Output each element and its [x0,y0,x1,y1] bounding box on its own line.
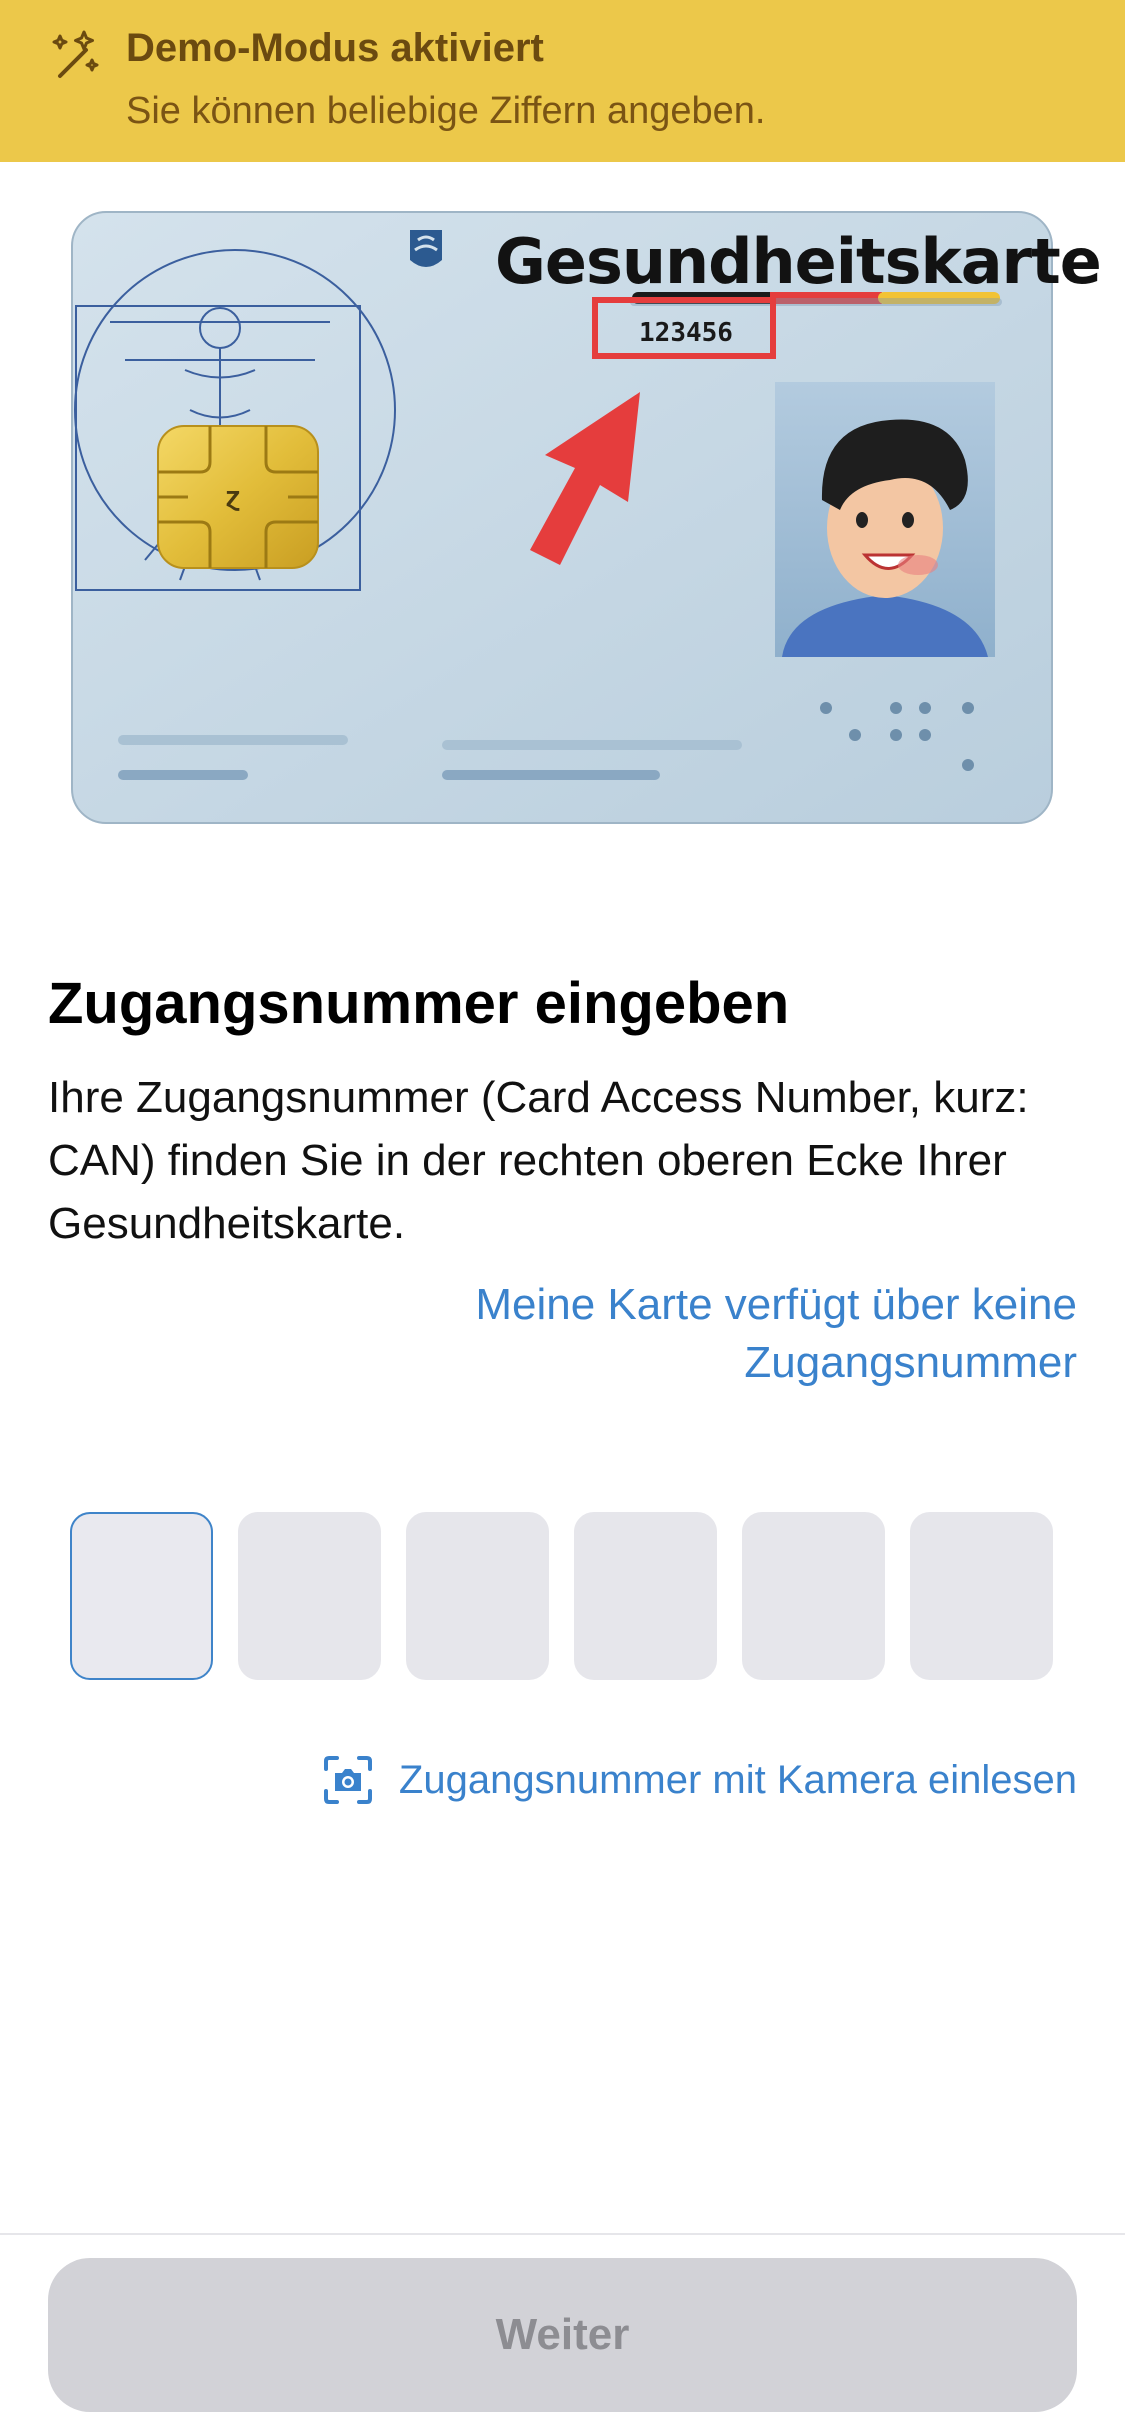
page-title: Zugangsnummer eingeben [48,971,790,1036]
banner-title: Demo-Modus aktiviert [126,26,544,70]
screen: Demo-Modus aktiviert Sie können beliebig… [0,0,1125,2436]
sparkles-icon [52,30,99,78]
description-text: Ihre Zugangsnummer (Card Access Number, … [48,1073,1029,1248]
can-digit-field[interactable] [742,1512,885,1680]
demo-mode-banner: Demo-Modus aktiviert Sie können beliebig… [0,0,1125,162]
card-title: Gesundheitskarte [495,225,1102,298]
can-digit-field[interactable] [70,1512,213,1680]
card-can-example: 123456 [639,318,733,348]
no-can-link[interactable]: Meine Karte verfügt über keine Zugangsnu… [317,1276,1077,1392]
can-digit-field[interactable] [910,1512,1053,1680]
banner-subtitle: Sie können beliebige Ziffern angeben. [126,90,766,132]
health-card-illustration: Ɀ Gesundheitskarte 123456 [70,210,1102,825]
can-digit-inputs[interactable] [70,1512,1055,1680]
footer-divider [0,2233,1125,2235]
scan-with-camera-label: Zugangsnummer mit Kamera einlesen [398,1757,1077,1802]
can-digit-field[interactable] [238,1512,381,1680]
can-digit-field[interactable] [406,1512,549,1680]
svg-text:Ɀ: Ɀ [226,487,241,511]
can-digit-field[interactable] [574,1512,717,1680]
continue-button[interactable]: Weiter [48,2258,1077,2412]
card-image: Ɀ [71,211,1053,824]
camera-viewfinder-icon [323,1756,372,1804]
scan-with-camera-link[interactable]: Zugangsnummer mit Kamera einlesen [323,1750,1077,1810]
